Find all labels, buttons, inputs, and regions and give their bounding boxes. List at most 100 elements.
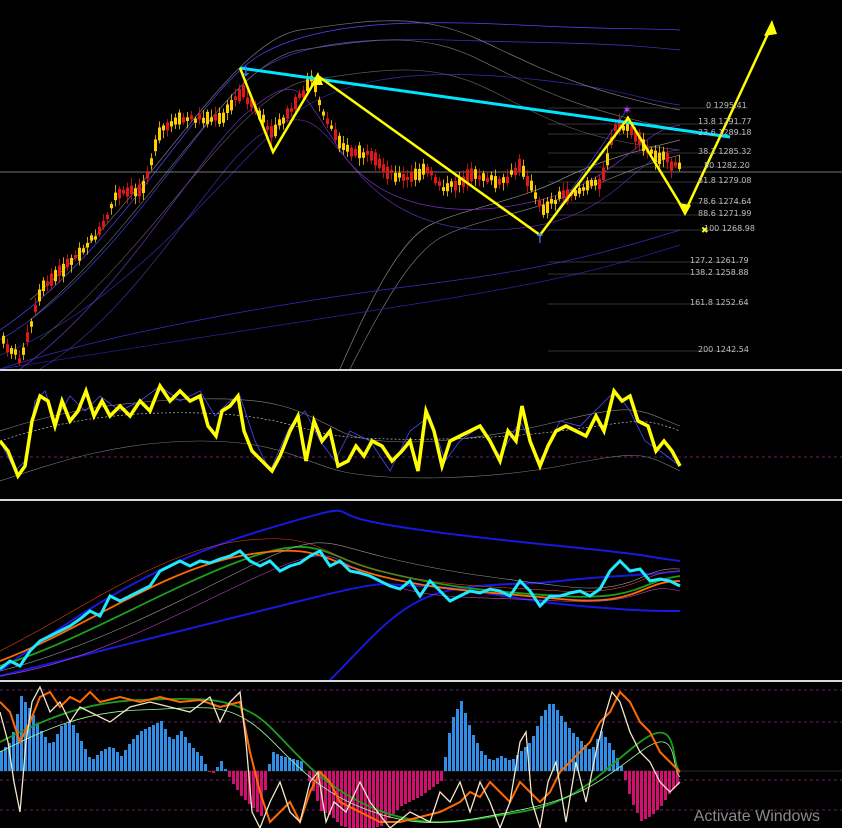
candle-body [238,89,241,102]
histogram-bar [168,737,171,771]
candle-body [550,198,553,204]
histogram-bar [284,757,287,771]
candle-body [230,99,233,111]
candle-body [178,112,181,125]
candle-body [74,254,77,259]
candle-body [514,167,517,176]
candle-body [82,248,85,253]
candle-body [502,177,505,183]
candle-body [270,126,273,138]
candle-body [114,192,117,201]
histogram-bar [136,735,139,771]
histogram-bar [564,722,567,771]
candle-body [510,170,513,175]
histogram-bar [560,716,563,771]
histogram-bar [204,764,207,771]
histogram-bar [580,741,583,771]
candle-body [354,148,357,156]
histogram-bar [384,771,387,822]
candle-body [314,84,317,93]
histogram-bar [588,749,591,771]
candle-body [46,281,49,286]
histogram-bar [40,731,43,771]
candle-body [214,114,217,121]
candle-body [470,168,473,182]
histogram-bar [604,737,607,771]
candle-body [358,145,361,159]
candle-body [506,176,509,184]
envelope-line-grey-1 [29,20,681,301]
histogram-bar [160,721,163,771]
histogram-bar [172,739,175,771]
histogram-bar [432,771,435,787]
candle-body [274,124,277,137]
histogram-bar [88,757,91,771]
oscillator-1-canvas [0,382,842,482]
histogram-bar [52,742,55,771]
envelope-line-blue-bottom-2 [0,244,681,369]
histogram-bar [448,733,451,771]
candle-body [318,99,321,106]
candle-body [346,144,349,152]
histogram-bar [100,751,103,771]
candle-body [490,175,493,181]
histogram-bar [140,731,143,771]
histogram-bar [520,751,523,771]
candle-body [414,168,417,180]
osc2-purple-thin [0,555,681,677]
candle-body [326,118,329,125]
price-chart-pane[interactable]: ↓ ↑ ✶ ✖ 0 1295.41 13.8 1291.77 23.6 1289… [0,0,842,369]
histogram-bar [72,725,75,771]
histogram-bar [636,771,639,813]
candle-body [598,178,601,190]
candle-body [446,183,449,192]
fib-label-23-6: 23.6 1289.18 [698,128,752,137]
histogram-bar [524,747,527,771]
histogram-bar [272,752,275,771]
candle-body [438,181,441,186]
histogram-bar [144,729,147,771]
candle-body [54,269,57,282]
histogram-bar [280,756,283,771]
candle-body [386,166,389,180]
candle-body [118,188,121,199]
candle-body [578,187,581,194]
histogram-pane[interactable]: Activate Windows [0,682,842,828]
histogram-bar [436,771,439,784]
oscillator-pane-1[interactable] [0,371,842,499]
histogram-bar [508,760,511,771]
candle-body [450,181,453,187]
histogram-bar [208,771,211,772]
candle-body [538,200,541,207]
candle-body [670,161,673,171]
histogram-bar [68,722,71,771]
histogram-bar [460,701,463,771]
candle-body [158,127,161,141]
candle-body [410,171,413,182]
candle-body [10,348,13,354]
candle-body [122,189,125,194]
histogram-bar [120,756,123,771]
candle-body [562,190,565,199]
oscillator-pane-2[interactable] [0,501,842,680]
candle-body [130,185,133,194]
candle-body [442,187,445,191]
candle-body [350,147,353,157]
arrow-head-top-icon [764,20,777,36]
fib-label-0: 0 1295.41 [706,101,747,110]
candle-body [402,173,405,181]
histogram-bar [504,758,507,771]
histogram-bar [12,732,15,771]
candle-body [330,125,333,129]
histogram-bar [664,771,667,800]
histogram-bar [176,735,179,771]
candle-body [186,117,189,121]
candle-body [26,332,29,342]
histogram-bar [96,755,99,771]
osc1-band-lower [0,440,681,482]
candle-body [518,159,521,172]
histogram-bar [512,759,515,771]
svg-text:↓: ↓ [240,64,252,80]
candle-body [338,135,341,149]
candle-body [374,152,377,166]
